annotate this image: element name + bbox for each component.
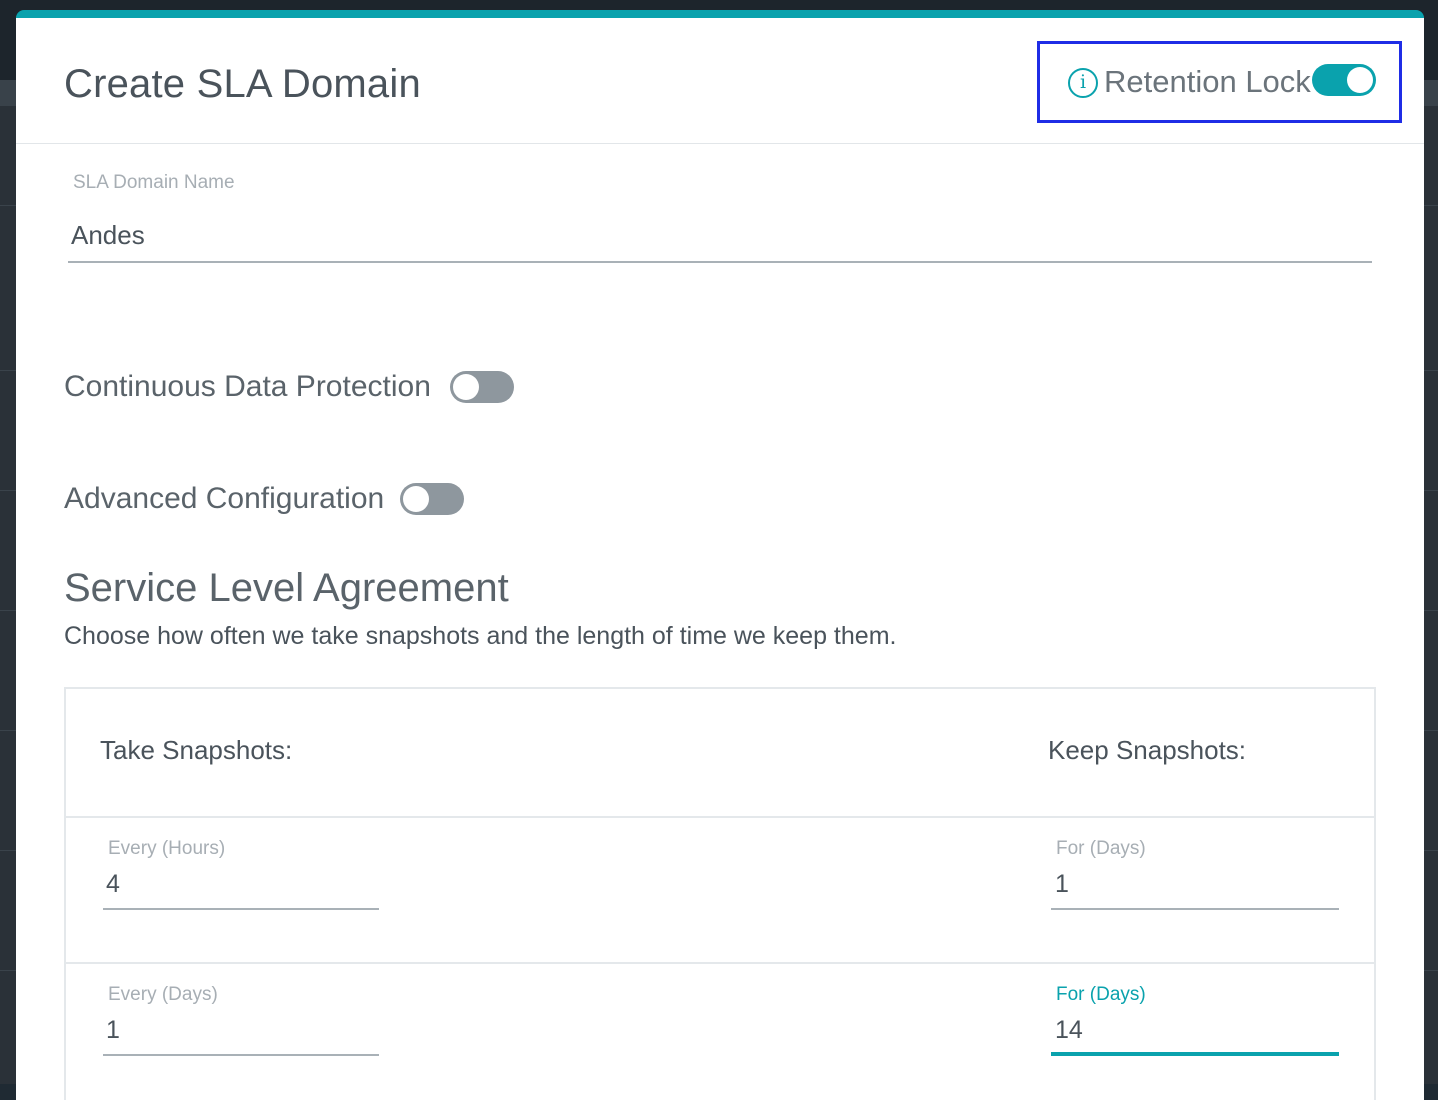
take-frequency-underline	[103, 1054, 379, 1056]
keep-duration-label: For (Days)	[1056, 838, 1146, 859]
schedule-row-daily: Every (Days) 1 For (Days) 14	[66, 964, 1374, 1100]
section-title: Service Level Agreement	[64, 566, 509, 610]
advanced-configuration-toggle[interactable]	[400, 483, 464, 515]
continuous-data-protection-toggle[interactable]	[450, 371, 514, 403]
sla-domain-name-input[interactable]: Andes	[71, 220, 145, 251]
sla-domain-name-underline	[68, 261, 1372, 263]
toggle-knob	[453, 374, 479, 400]
take-frequency-underline	[103, 908, 379, 910]
keep-duration-label: For (Days)	[1056, 984, 1146, 1005]
keep-duration-underline	[1051, 908, 1339, 910]
keep-duration-underline-focused	[1051, 1052, 1339, 1056]
keep-snapshots-header: Keep Snapshots:	[1048, 735, 1247, 765]
take-frequency-label: Every (Hours)	[108, 838, 226, 859]
modal-title: Create SLA Domain	[64, 62, 421, 106]
info-icon[interactable]: i	[1068, 68, 1098, 98]
advanced-configuration-label: Advanced Configuration	[64, 482, 385, 515]
schedule-header: Take Snapshots: Keep Snapshots:	[66, 689, 1374, 818]
keep-duration-input[interactable]: 1	[1055, 870, 1069, 899]
toggle-knob	[403, 486, 429, 512]
section-description: Choose how often we take snapshots and t…	[64, 622, 897, 650]
take-frequency-input[interactable]: 4	[106, 870, 120, 899]
take-frequency-label: Every (Days)	[108, 984, 218, 1005]
schedule-row-hourly: Every (Hours) 4 For (Days) 1	[66, 818, 1374, 964]
sla-domain-name-label: SLA Domain Name	[73, 172, 235, 193]
take-frequency-input[interactable]: 1	[106, 1016, 120, 1045]
retention-lock-control: i Retention Lock	[1037, 41, 1402, 123]
keep-duration-input[interactable]: 14	[1055, 1016, 1083, 1045]
create-sla-domain-modal: Create SLA Domain i Retention Lock SLA D…	[16, 10, 1424, 1100]
toggle-knob	[1347, 67, 1373, 93]
take-snapshots-header: Take Snapshots:	[100, 735, 293, 765]
continuous-data-protection-label: Continuous Data Protection	[64, 370, 431, 403]
retention-lock-label: Retention Lock	[1104, 64, 1311, 99]
info-glyph: i	[1079, 71, 1087, 93]
snapshot-schedule-table: Take Snapshots: Keep Snapshots: Every (H…	[64, 687, 1376, 1100]
modal-header: Create SLA Domain i Retention Lock	[16, 18, 1424, 144]
retention-lock-toggle[interactable]	[1312, 64, 1376, 96]
